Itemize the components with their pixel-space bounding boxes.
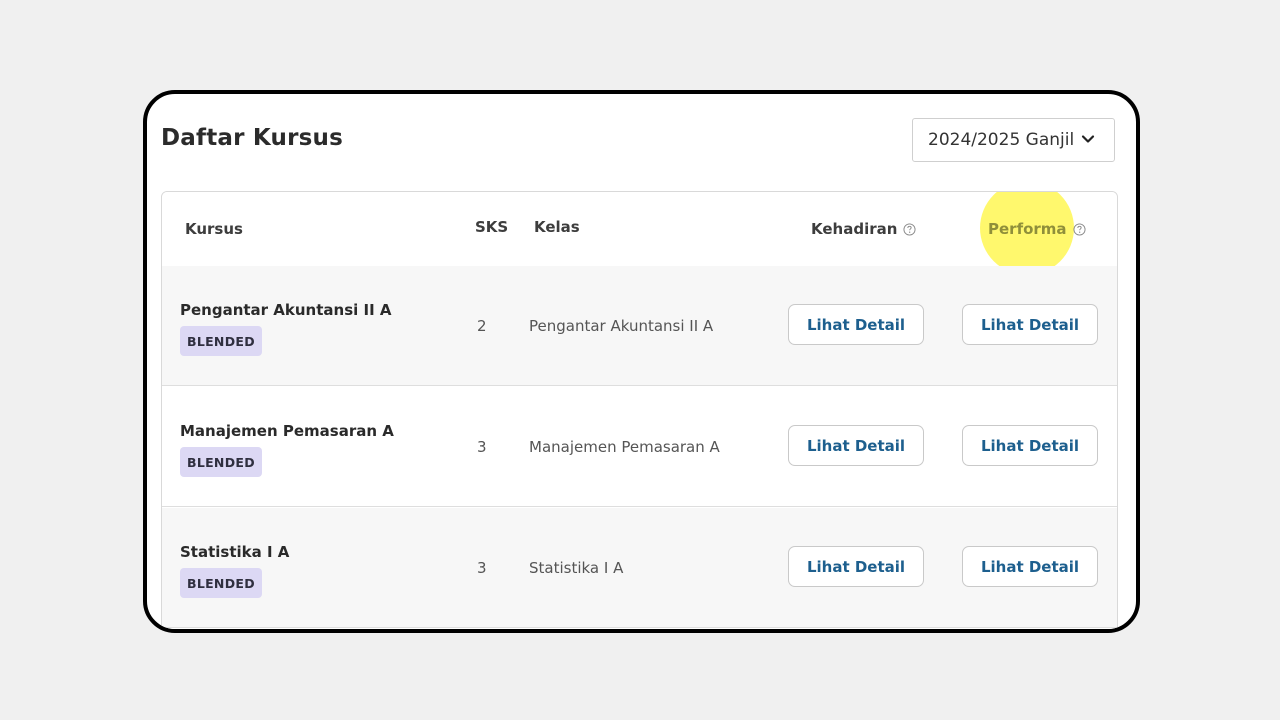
course-name: Manajemen Pemasaran A <box>180 422 394 440</box>
delivery-badge: BLENDED <box>180 447 262 477</box>
kelas-value: Statistika I A <box>529 559 624 577</box>
kelas-value: Pengantar Akuntansi II A <box>529 317 714 335</box>
performa-detail-button[interactable]: Lihat Detail <box>962 425 1098 466</box>
sks-value: 3 <box>477 438 487 456</box>
sks-value: 2 <box>477 317 487 335</box>
table-header: Kursus SKS Kelas Kehadiran Performa <box>162 192 1117 275</box>
column-header-kehadiran: Kehadiran <box>811 220 916 238</box>
course-name: Statistika I A <box>180 543 290 561</box>
column-header-kelas: Kelas <box>534 218 580 236</box>
semester-select-value: 2024/2025 Ganjil <box>928 130 1075 150</box>
course-table: Kursus SKS Kelas Kehadiran Performa Peng… <box>161 191 1118 629</box>
delivery-badge: BLENDED <box>180 326 262 356</box>
column-header-performa[interactable]: Performa <box>988 220 1086 238</box>
semester-select[interactable]: 2024/2025 Ganjil <box>912 118 1115 162</box>
help-circle-icon[interactable] <box>1073 222 1086 236</box>
performa-detail-button[interactable]: Lihat Detail <box>962 304 1098 345</box>
app-window: Daftar Kursus 2024/2025 Ganjil Kursus SK… <box>143 90 1140 633</box>
page-title: Daftar Kursus <box>161 125 343 151</box>
kehadiran-detail-button[interactable]: Lihat Detail <box>788 304 924 345</box>
column-header-kursus: Kursus <box>185 220 243 238</box>
kelas-value: Manajemen Pemasaran A <box>529 438 720 456</box>
kehadiran-detail-button[interactable]: Lihat Detail <box>788 425 924 466</box>
table-row: Pengantar Akuntansi II A BLENDED 2 Penga… <box>162 266 1117 386</box>
column-header-sks: SKS <box>475 218 509 236</box>
help-circle-icon[interactable] <box>903 222 916 236</box>
delivery-badge: BLENDED <box>180 568 262 598</box>
table-row: Statistika I A BLENDED 3 Statistika I A … <box>162 508 1117 628</box>
table-row: Manajemen Pemasaran A BLENDED 3 Manajeme… <box>162 387 1117 507</box>
chevron-down-icon <box>1081 135 1095 143</box>
sks-value: 3 <box>477 559 487 577</box>
kehadiran-detail-button[interactable]: Lihat Detail <box>788 546 924 587</box>
performa-detail-button[interactable]: Lihat Detail <box>962 546 1098 587</box>
course-name: Pengantar Akuntansi II A <box>180 301 392 319</box>
